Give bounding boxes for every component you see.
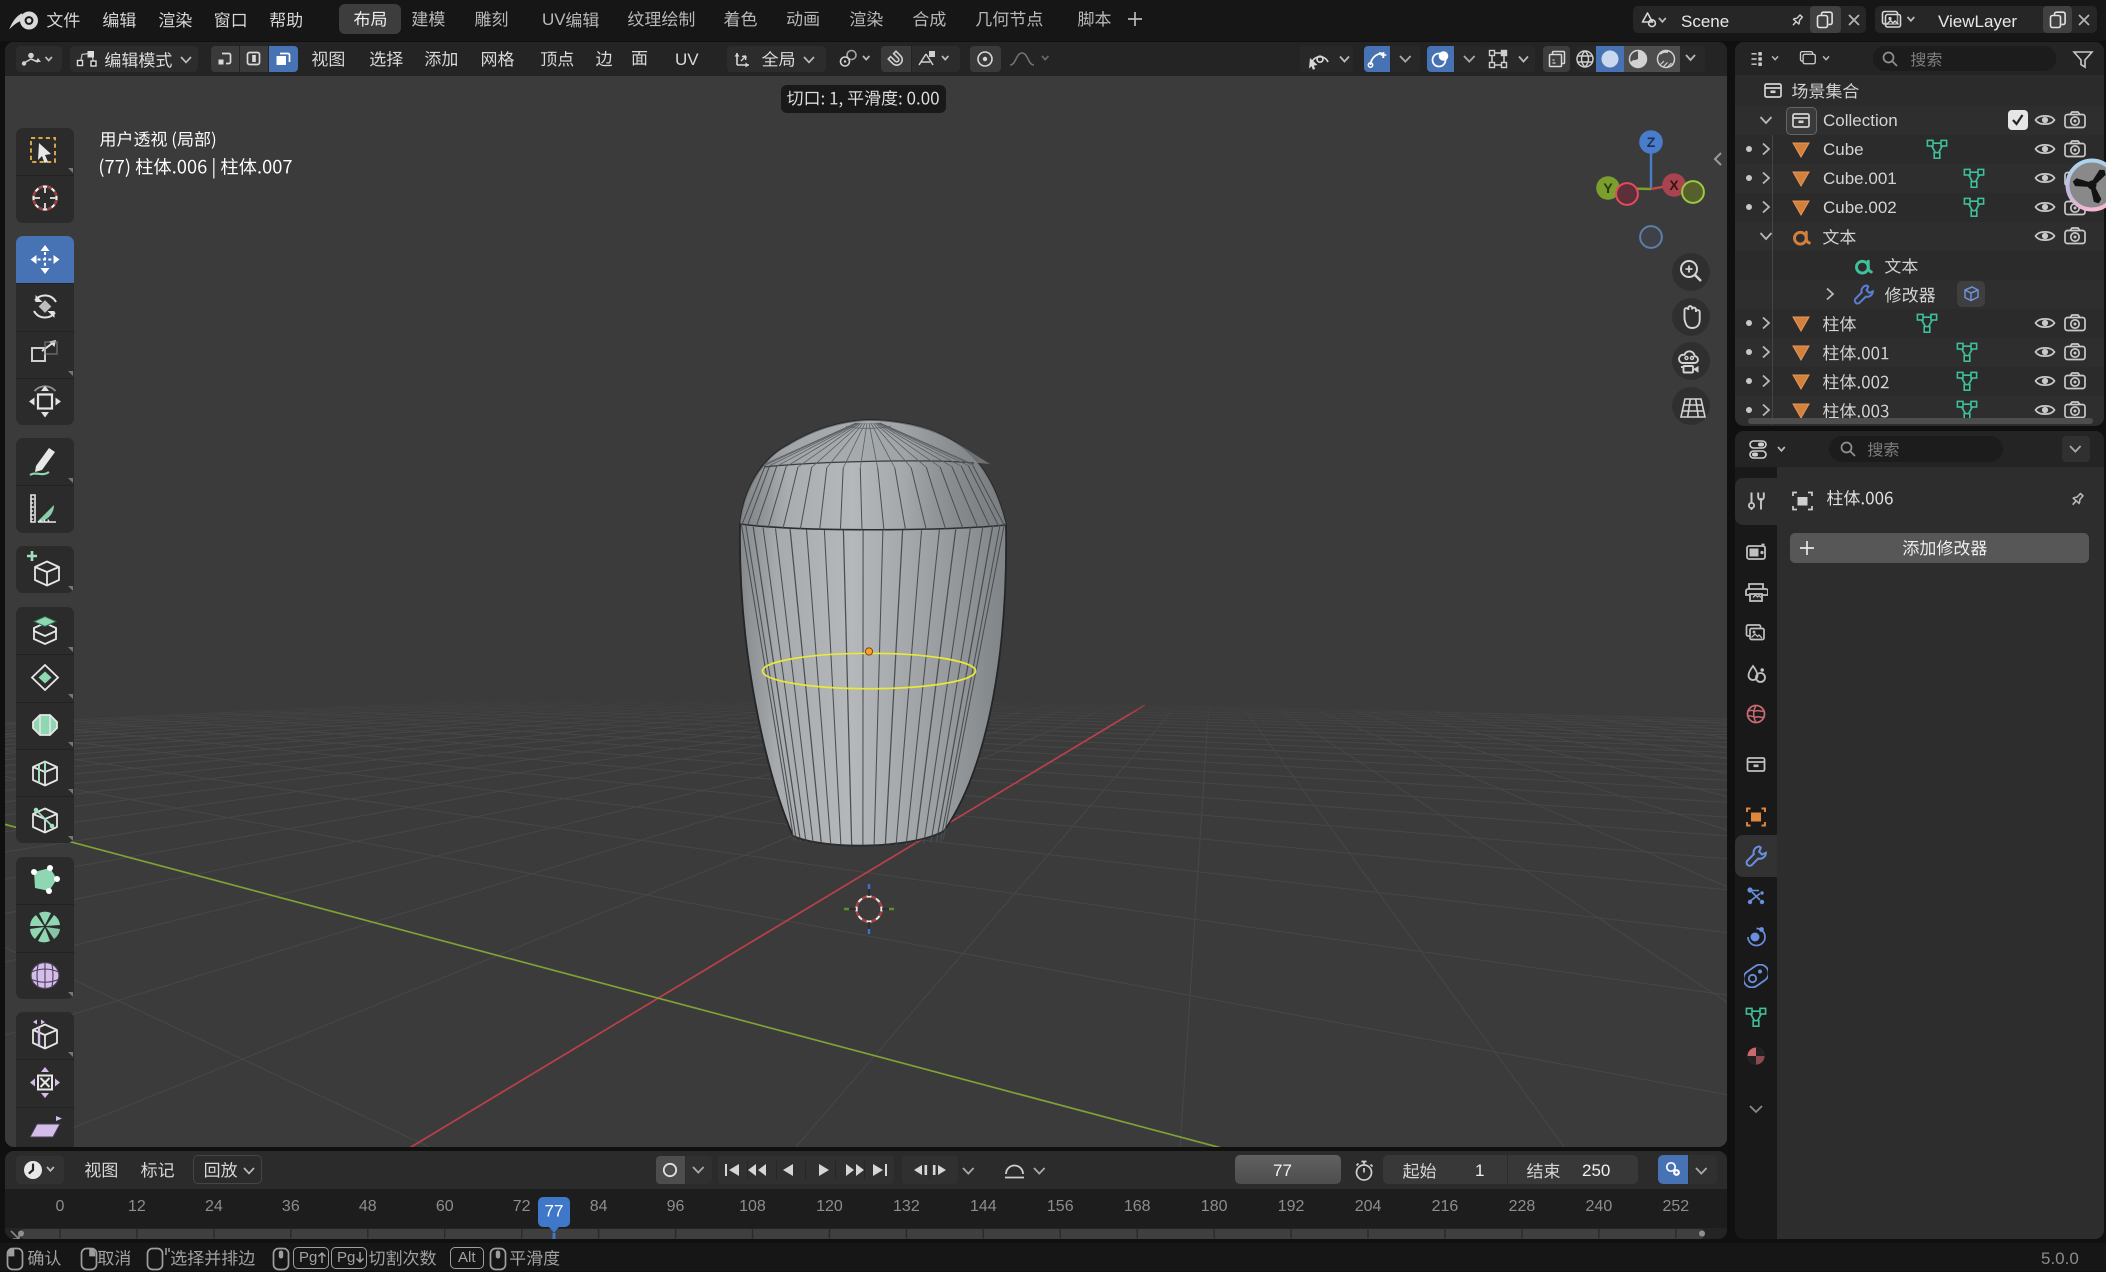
svg-text:Y: Y <box>1603 180 1613 196</box>
svg-text:77: 77 <box>544 1202 563 1221</box>
svg-text:Z: Z <box>1647 134 1656 150</box>
svg-text:X: X <box>1669 177 1679 193</box>
